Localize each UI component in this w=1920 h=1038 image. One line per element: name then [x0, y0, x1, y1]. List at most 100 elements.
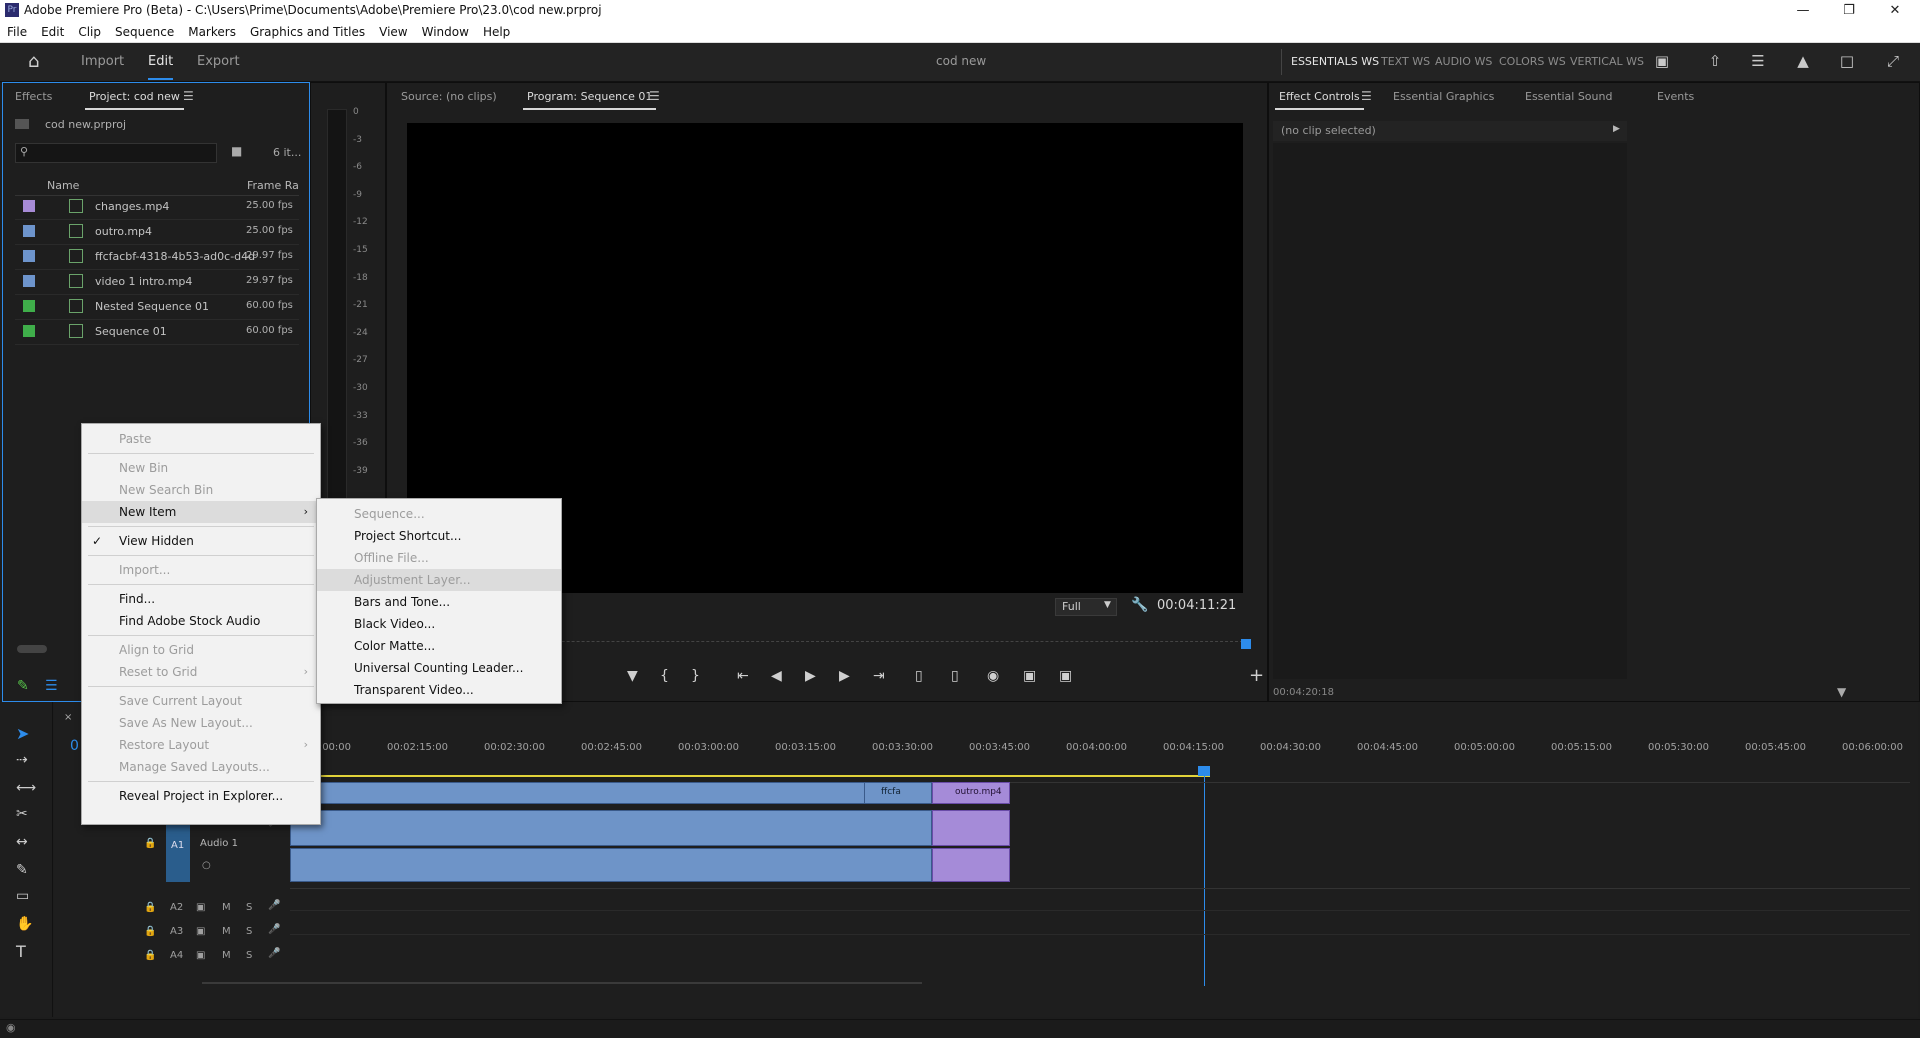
work-area-bar[interactable]: [320, 775, 1210, 777]
solo-button[interactable]: S: [246, 926, 252, 937]
fullscreen-icon[interactable]: ⤢: [1883, 52, 1903, 72]
video-clip-ffcfa[interactable]: ffcfa: [864, 782, 932, 804]
track-select-tool-icon[interactable]: ⇢: [16, 752, 28, 768]
tab-essential-graphics[interactable]: Essential Graphics: [1393, 90, 1494, 103]
tab-essential-sound[interactable]: Essential Sound: [1525, 90, 1612, 103]
tab-source[interactable]: Source: (no clips): [401, 90, 497, 103]
tab-export[interactable]: Export: [197, 54, 240, 69]
solo-button[interactable]: S: [246, 950, 252, 961]
tab-edit[interactable]: Edit: [148, 54, 174, 80]
minimize-button[interactable]: —: [1780, 0, 1826, 22]
timeline-zoom-scrollbar[interactable]: [202, 982, 922, 984]
menu-item-find-adobe-stock-audio[interactable]: Find Adobe Stock Audio: [82, 610, 320, 632]
playhead-handle[interactable]: [1198, 766, 1210, 776]
menu-edit[interactable]: Edit: [34, 22, 71, 42]
menu-item-color-matte[interactable]: Color Matte...: [317, 635, 561, 657]
track-id[interactable]: A4: [170, 950, 183, 961]
add-button-icon[interactable]: +: [1249, 665, 1264, 686]
workspace-colors[interactable]: COLORS WS: [1499, 55, 1566, 68]
beta-flask-icon[interactable]: ▲: [1793, 52, 1813, 72]
mic-icon[interactable]: 🎤: [268, 900, 280, 911]
tab-project[interactable]: Project: cod new: [85, 90, 184, 110]
expand-arrow-icon[interactable]: ▶: [1613, 124, 1620, 134]
filter-icon[interactable]: ▼: [1837, 685, 1846, 699]
panel-menu-icon[interactable]: ☰: [183, 89, 194, 103]
mic-icon[interactable]: 🎤: [268, 924, 280, 935]
tab-effects[interactable]: Effects: [15, 90, 52, 103]
a1-keyframe-icon[interactable]: ○: [202, 860, 211, 871]
extract-icon[interactable]: ▯: [951, 668, 959, 684]
menu-clip[interactable]: Clip: [71, 22, 108, 42]
workspace-text[interactable]: TEXT WS: [1381, 55, 1430, 68]
column-name[interactable]: Name: [47, 179, 79, 192]
razor-tool-icon[interactable]: ✂: [16, 806, 28, 822]
video-clip-outro[interactable]: outro.mp4: [932, 782, 1010, 804]
tab-import[interactable]: Import: [81, 54, 124, 69]
export-frame-icon[interactable]: ◉: [987, 668, 999, 684]
sync-lock-icon[interactable]: ▣: [196, 950, 205, 961]
program-timecode[interactable]: 00:04:11:21: [1157, 598, 1236, 613]
label-color-swatch[interactable]: [23, 225, 35, 237]
ripple-edit-tool-icon[interactable]: ⟷: [16, 780, 36, 796]
audio-clip-a1-left[interactable]: [290, 810, 932, 846]
maximize-button[interactable]: ❐: [1826, 0, 1872, 22]
mark-out-icon[interactable]: }: [691, 668, 700, 684]
project-search-input[interactable]: ⚲: [15, 143, 217, 163]
video-clip-main[interactable]: [290, 782, 932, 804]
lock-icon[interactable]: 🔒: [144, 838, 156, 849]
mute-button[interactable]: M: [222, 902, 231, 913]
project-item-row[interactable]: changes.mp4 25.00 fps: [15, 195, 299, 220]
step-forward-icon[interactable]: ▶: [839, 668, 850, 684]
effect-menu-icon[interactable]: ☰: [1361, 89, 1372, 103]
panel-layout-icon[interactable]: ▣: [1652, 52, 1672, 72]
hand-tool-icon[interactable]: ✋: [16, 916, 33, 932]
type-tool-icon[interactable]: T: [16, 942, 26, 961]
mute-button[interactable]: M: [222, 950, 231, 961]
proxy-toggle-icon[interactable]: ▣: [1059, 668, 1072, 684]
menu-view[interactable]: View: [372, 22, 414, 42]
share-icon[interactable]: ⇧: [1705, 52, 1725, 72]
go-to-in-icon[interactable]: ⇤: [737, 668, 749, 684]
sync-lock-icon[interactable]: ▣: [196, 902, 205, 913]
label-color-swatch[interactable]: [23, 275, 35, 287]
tab-events[interactable]: Events: [1657, 90, 1694, 103]
lift-icon[interactable]: ▯: [915, 668, 923, 684]
step-back-icon[interactable]: ◀: [771, 668, 782, 684]
sync-lock-icon[interactable]: ▣: [196, 926, 205, 937]
zoom-slider[interactable]: [17, 645, 47, 653]
menu-item-transparent-video[interactable]: Transparent Video...: [317, 679, 561, 701]
settings-wrench-icon[interactable]: 🔧: [1131, 597, 1148, 613]
solo-button[interactable]: S: [246, 902, 252, 913]
add-marker-icon[interactable]: ▼: [627, 668, 638, 684]
menu-item-project-shortcut[interactable]: Project Shortcut...: [317, 525, 561, 547]
label-color-swatch[interactable]: [23, 250, 35, 262]
audio-clip-a1-outro-right[interactable]: [932, 848, 1010, 882]
project-item-row[interactable]: ffcfacbf-4318-4b53-ad0c-d4d 29.97 fps: [15, 245, 299, 270]
comparison-view-icon[interactable]: ▣: [1023, 668, 1036, 684]
menu-file[interactable]: File: [0, 22, 34, 42]
rectangle-tool-icon[interactable]: ▭: [16, 888, 29, 904]
track-id[interactable]: A3: [170, 926, 183, 937]
playhead-marker[interactable]: [1241, 639, 1251, 649]
track-id[interactable]: A2: [170, 902, 183, 913]
project-item-row[interactable]: Sequence 01 60.00 fps: [15, 320, 299, 345]
timeline-timecode[interactable]: 0: [70, 738, 79, 754]
menu-item-reveal-project-in-explorer[interactable]: Reveal Project in Explorer...: [82, 785, 320, 807]
mic-icon[interactable]: 🎤: [268, 948, 280, 959]
a1-track-name[interactable]: Audio 1: [200, 838, 238, 849]
menu-graphics-titles[interactable]: Graphics and Titles: [243, 22, 372, 42]
resolution-select[interactable]: Full ▼: [1055, 598, 1117, 616]
selection-tool-icon[interactable]: ➤: [16, 724, 29, 743]
feedback-icon[interactable]: □: [1837, 52, 1857, 72]
new-search-bin-icon[interactable]: ■: [231, 144, 242, 158]
program-menu-icon[interactable]: ☰: [649, 89, 660, 103]
project-item-row[interactable]: video 1 intro.mp4 29.97 fps: [15, 270, 299, 295]
menu-item-find[interactable]: Find...: [82, 588, 320, 610]
play-icon[interactable]: ▶: [805, 668, 816, 684]
tab-program[interactable]: Program: Sequence 01: [522, 90, 657, 110]
menu-markers[interactable]: Markers: [181, 22, 243, 42]
column-frame-rate[interactable]: Frame Ra: [247, 179, 299, 192]
label-color-swatch[interactable]: [23, 325, 35, 337]
workspace-essentials[interactable]: ESSENTIALS WS: [1291, 55, 1379, 68]
menu-item-new-item[interactable]: New Item ›: [82, 501, 320, 523]
